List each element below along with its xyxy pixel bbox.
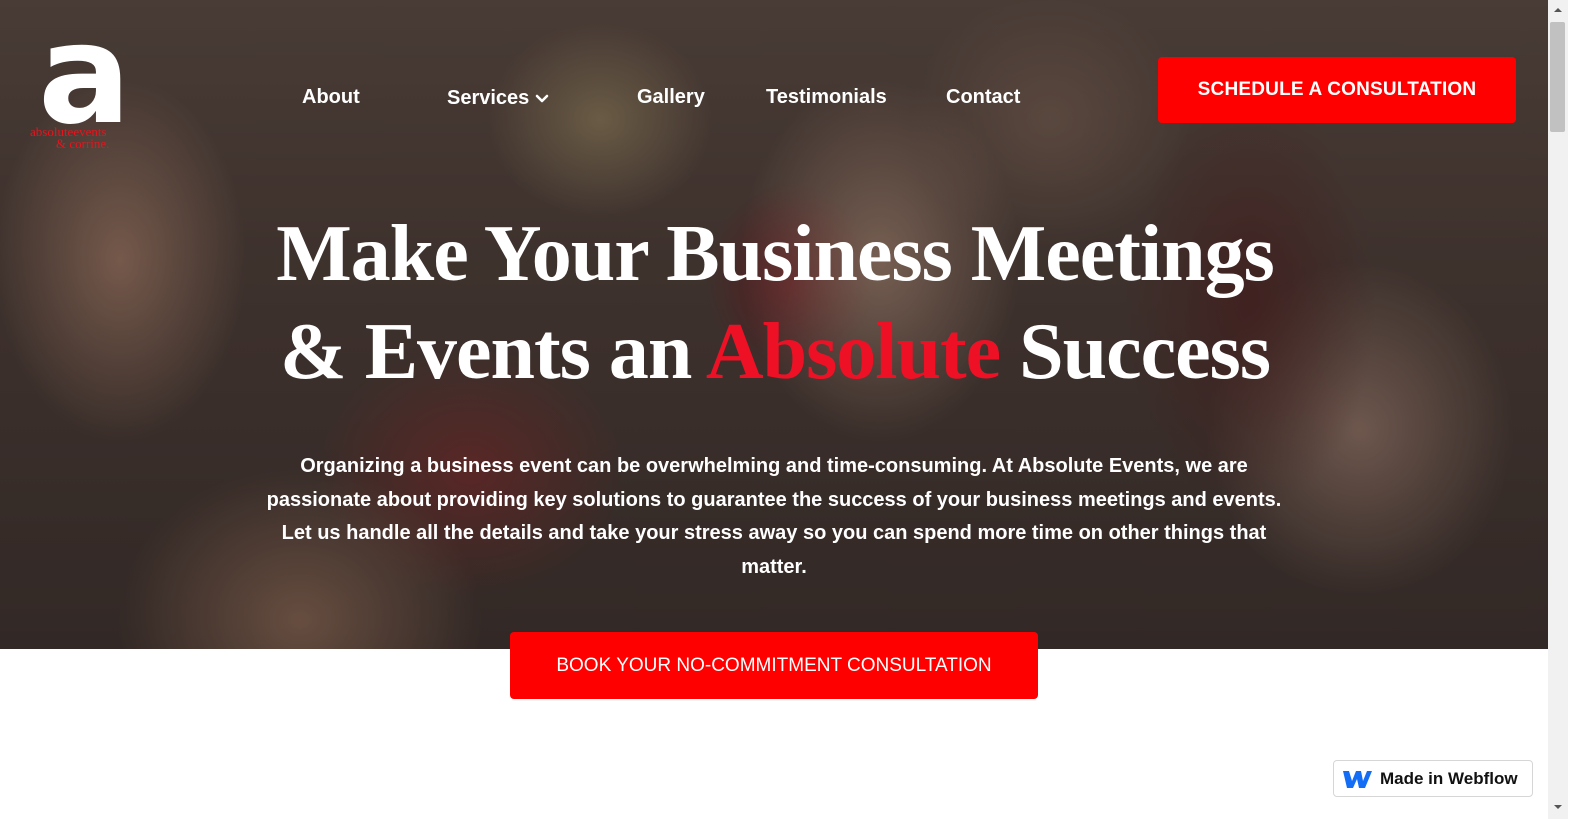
headline-line-1: Make Your Business Meetings bbox=[276, 210, 1274, 298]
nav-item-services-label: Services bbox=[447, 87, 530, 109]
scroll-down-arrow-icon[interactable] bbox=[1552, 801, 1564, 813]
hero-headline: Make Your Business Meetings & Events an … bbox=[200, 205, 1350, 401]
logo-line-2: & corrine. bbox=[56, 136, 110, 151]
scrollbar-thumb[interactable] bbox=[1550, 22, 1565, 132]
made-in-webflow-badge[interactable]: Made in Webflow bbox=[1333, 760, 1533, 797]
book-consultation-button[interactable]: BOOK YOUR NO-COMMITMENT CONSULTATION bbox=[510, 632, 1038, 699]
headline-line-2-pre: & Events an bbox=[280, 308, 706, 396]
nav-item-contact[interactable]: Contact bbox=[946, 86, 1020, 109]
scroll-up-arrow-icon[interactable] bbox=[1552, 4, 1564, 16]
headline-line-2-post: Success bbox=[1000, 308, 1271, 396]
logo-wordmark: absoluteevents & corrine. bbox=[30, 125, 110, 151]
nav-item-gallery[interactable]: Gallery bbox=[637, 86, 705, 109]
nav-item-services[interactable]: Services bbox=[447, 87, 549, 110]
hero-intro: Organizing a business event can be overw… bbox=[266, 455, 1282, 578]
chevron-down-icon bbox=[535, 87, 549, 110]
webflow-icon bbox=[1343, 770, 1372, 788]
headline-accent: Absolute bbox=[705, 308, 1001, 396]
nav-item-testimonials[interactable]: Testimonials bbox=[766, 86, 887, 109]
window-edge bbox=[1568, 0, 1584, 819]
logo[interactable]: a absoluteevents & corrine. bbox=[28, 6, 168, 153]
schedule-consultation-button[interactable]: SCHEDULE A CONSULTATION bbox=[1158, 57, 1516, 123]
nav-item-about[interactable]: About bbox=[302, 86, 360, 109]
badge-label: Made in Webflow bbox=[1380, 768, 1518, 788]
